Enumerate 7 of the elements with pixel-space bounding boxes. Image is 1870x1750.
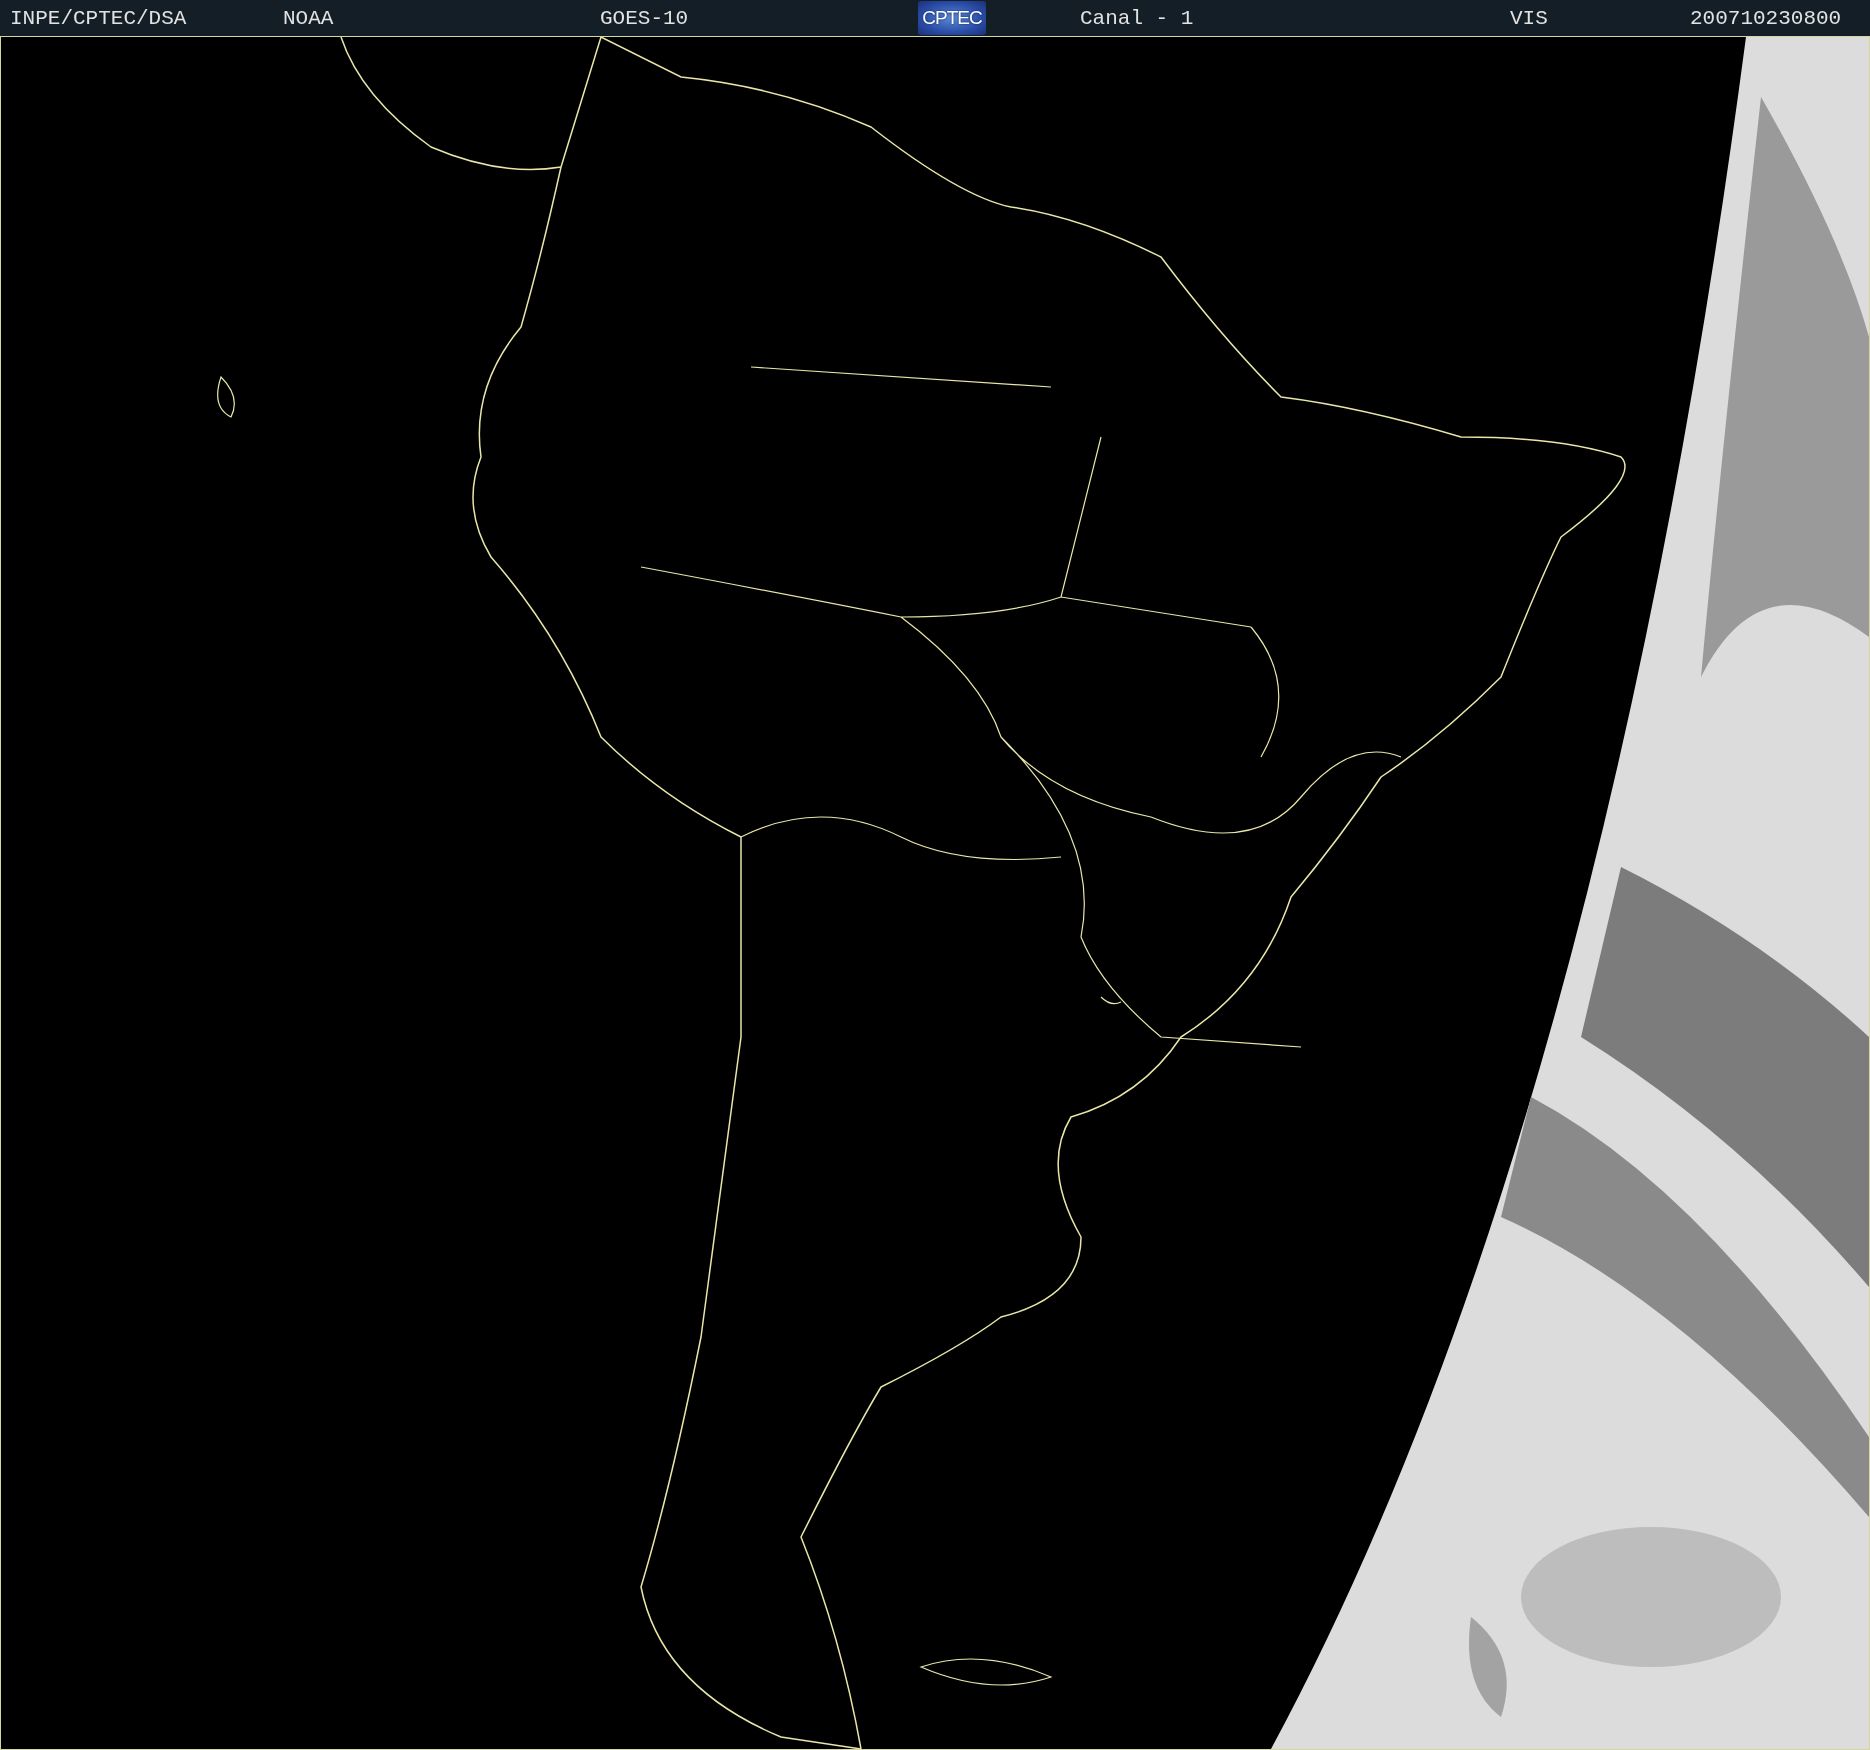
header-label: VIS xyxy=(1510,6,1548,30)
header-label: INPE/CPTEC/DSA xyxy=(10,6,187,30)
header-label: NOAA xyxy=(283,6,334,30)
header-label: GOES-10 xyxy=(600,6,689,30)
header-label: 200710230800 xyxy=(1690,6,1842,30)
logo: CPTEC xyxy=(918,1,986,35)
header-label: Canal - 1 xyxy=(1080,6,1194,30)
